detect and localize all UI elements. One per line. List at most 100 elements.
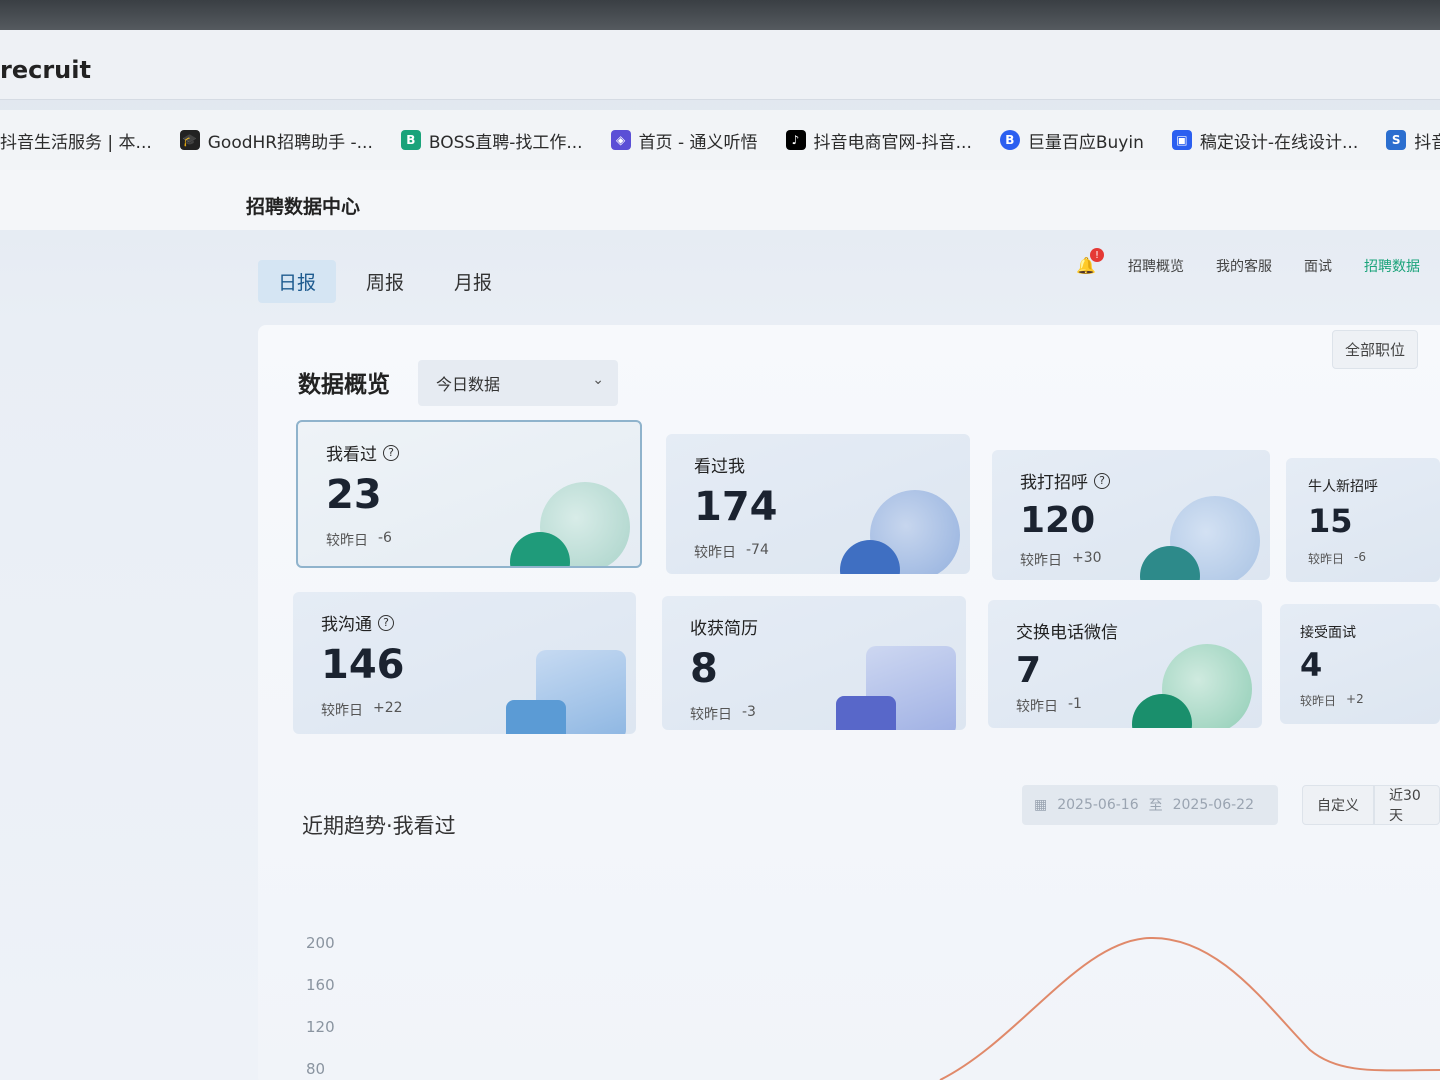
nav-item-overview[interactable]: 招聘概览: [1128, 256, 1184, 276]
jixing-icon: S: [1386, 130, 1407, 150]
delta-value: +2: [1346, 692, 1364, 706]
delta-label: 较昨日: [1300, 694, 1337, 708]
card-value: 7: [1016, 650, 1042, 691]
tab-weekly[interactable]: 周报: [346, 260, 424, 303]
card-delta: 较昨日 -74: [694, 542, 769, 562]
delta-label: 较昨日: [694, 545, 736, 561]
bookmark-jixing[interactable]: S 抖音集星: [1386, 128, 1440, 153]
card-resumes[interactable]: 收获简历 8 较昨日 -3: [662, 596, 966, 730]
card-value: 23: [326, 472, 382, 518]
chat-icon: [506, 650, 626, 734]
app-brand: 招聘数据中心: [246, 196, 361, 218]
tab-daily[interactable]: 日报: [258, 260, 337, 303]
bookmark-goodhr[interactable]: 🎓 GoodHR招聘助手 -...: [179, 128, 373, 153]
delta-value: -6: [378, 530, 392, 546]
delta-label: 较昨日: [326, 533, 368, 549]
nav-item-interview[interactable]: 面试: [1304, 256, 1332, 276]
tiktok-icon: ♪: [785, 130, 806, 150]
help-icon[interactable]: ?: [378, 614, 394, 631]
window-title: recruit: [0, 55, 91, 84]
date-separator: 至: [1148, 798, 1163, 814]
bookmark-label: 稿定设计-在线设计...: [1199, 132, 1359, 153]
card-label: 交换电话微信: [1016, 618, 1118, 643]
bookmark-label: GoodHR招聘助手 -...: [207, 132, 373, 153]
card-exchanged-contact[interactable]: 交换电话微信 7 较昨日 -1: [988, 600, 1262, 728]
hi-bubble-icon: [1140, 496, 1260, 580]
bookmark-label: BOSS直聘-找工作...: [428, 132, 583, 153]
delta-label: 较昨日: [1308, 552, 1345, 566]
date-start: 2025-06-16: [1057, 797, 1139, 813]
trend-chart: 200 160 120 80: [300, 920, 1440, 1080]
bookmark-boss[interactable]: B BOSS直聘-找工作...: [400, 128, 583, 153]
trend-line: [939, 936, 1440, 1080]
card-delta: 较昨日 +2: [1300, 692, 1364, 709]
custom-range-button[interactable]: 自定义: [1302, 785, 1374, 825]
card-communicated[interactable]: 我沟通 ? 146 较昨日 +22: [293, 592, 636, 734]
card-label: 接受面试: [1300, 622, 1356, 642]
gaoding-icon: ▣: [1171, 130, 1192, 150]
date-range-picker[interactable]: ▦ 2025-06-16 至 2025-06-22: [1022, 785, 1278, 825]
bookmark-label: 首页 - 通义听悟: [638, 132, 758, 153]
card-value: 120: [1020, 500, 1096, 541]
delta-value: +30: [1072, 550, 1102, 566]
date-end: 2025-06-22: [1172, 797, 1254, 813]
card-value: 15: [1308, 502, 1353, 540]
card-label-text: 牛人新招呼: [1308, 479, 1378, 495]
card-value: 146: [321, 642, 405, 688]
delta-label: 较昨日: [690, 707, 732, 723]
last-30-days-button[interactable]: 近30天: [1374, 785, 1440, 825]
delta-label: 较昨日: [1016, 699, 1058, 715]
bookmark-label: 抖音集星: [1414, 132, 1440, 153]
card-label-text: 我沟通: [321, 615, 372, 635]
card-i-viewed[interactable]: 我看过 ? 23 较昨日 -6: [296, 420, 642, 568]
card-delta: 较昨日 -6: [326, 530, 392, 550]
card-value: 8: [690, 646, 718, 692]
scope-button[interactable]: 全部职位: [1331, 330, 1418, 369]
card-accepted-interview[interactable]: 接受面试 4 较昨日 +2: [1280, 604, 1440, 724]
card-label: 我打招呼 ?: [1020, 468, 1110, 493]
card-delta: 较昨日 +30: [1020, 550, 1102, 570]
bookmark-label: 抖音电商官网-抖音...: [813, 132, 972, 153]
monitor-bezel: [0, 0, 1440, 30]
delta-value: -1: [1068, 696, 1082, 712]
bookmarks-bar: 抖音生活服务 | 本... 🎓 GoodHR招聘助手 -... B BOSS直聘…: [0, 110, 1440, 170]
bookmark-douyin-ecom[interactable]: ♪ 抖音电商官网-抖音...: [785, 128, 972, 153]
overview-title: 数据概览: [298, 372, 390, 398]
date-select-value: 今日数据: [436, 375, 501, 394]
delta-label: 较昨日: [1020, 553, 1062, 569]
card-label: 我沟通 ?: [321, 610, 394, 635]
card-label-text: 收获简历: [690, 619, 758, 639]
card-delta: 较昨日 -1: [1016, 696, 1082, 716]
help-icon[interactable]: ?: [383, 444, 399, 461]
bookmark-gaoding[interactable]: ▣ 稿定设计-在线设计...: [1171, 128, 1359, 153]
card-label-text: 交换电话微信: [1016, 623, 1118, 643]
help-icon[interactable]: ?: [1094, 472, 1110, 489]
nav-item-service[interactable]: 我的客服: [1216, 256, 1272, 276]
buyin-icon: B: [999, 130, 1020, 150]
eye-icon: [510, 482, 630, 566]
card-viewed-me[interactable]: 看过我 174 较昨日 -74: [666, 434, 970, 574]
window-titlebar: recruit: [0, 30, 1440, 100]
bookmark-douyin-life[interactable]: 抖音生活服务 | 本...: [0, 128, 152, 153]
calendar-icon: ▦: [1034, 797, 1048, 813]
bookmark-tongyi[interactable]: ◈ 首页 - 通义听悟: [610, 128, 758, 153]
bell-icon[interactable]: !: [1076, 248, 1104, 276]
tab-monthly[interactable]: 月报: [434, 260, 512, 303]
card-label: 牛人新招呼: [1308, 476, 1378, 496]
date-select[interactable]: 今日数据 ⌄: [418, 360, 618, 406]
card-new-greetings[interactable]: 牛人新招呼 15 较昨日 -6: [1286, 458, 1440, 582]
trend-line-svg: [939, 936, 1440, 1080]
delta-value: -74: [746, 542, 769, 558]
card-greeted[interactable]: 我打招呼 ? 120 较昨日 +30: [992, 450, 1270, 580]
bookmark-buyin[interactable]: B 巨量百应Buyin: [999, 128, 1144, 153]
chevron-down-icon: ⌄: [592, 372, 604, 388]
card-value: 174: [694, 484, 778, 530]
card-label: 看过我: [694, 452, 745, 477]
card-label-text: 接受面试: [1300, 625, 1356, 641]
document-icon: [836, 646, 956, 730]
tongyi-icon: ◈: [610, 130, 631, 150]
screen: recruit 抖音生活服务 | 本... 🎓 GoodHR招聘助手 -... …: [0, 0, 1440, 1080]
bookmark-label: 巨量百应Buyin: [1027, 132, 1144, 153]
phone-bubble-icon: [1132, 644, 1252, 728]
nav-item-data[interactable]: 招聘数据: [1364, 256, 1420, 276]
